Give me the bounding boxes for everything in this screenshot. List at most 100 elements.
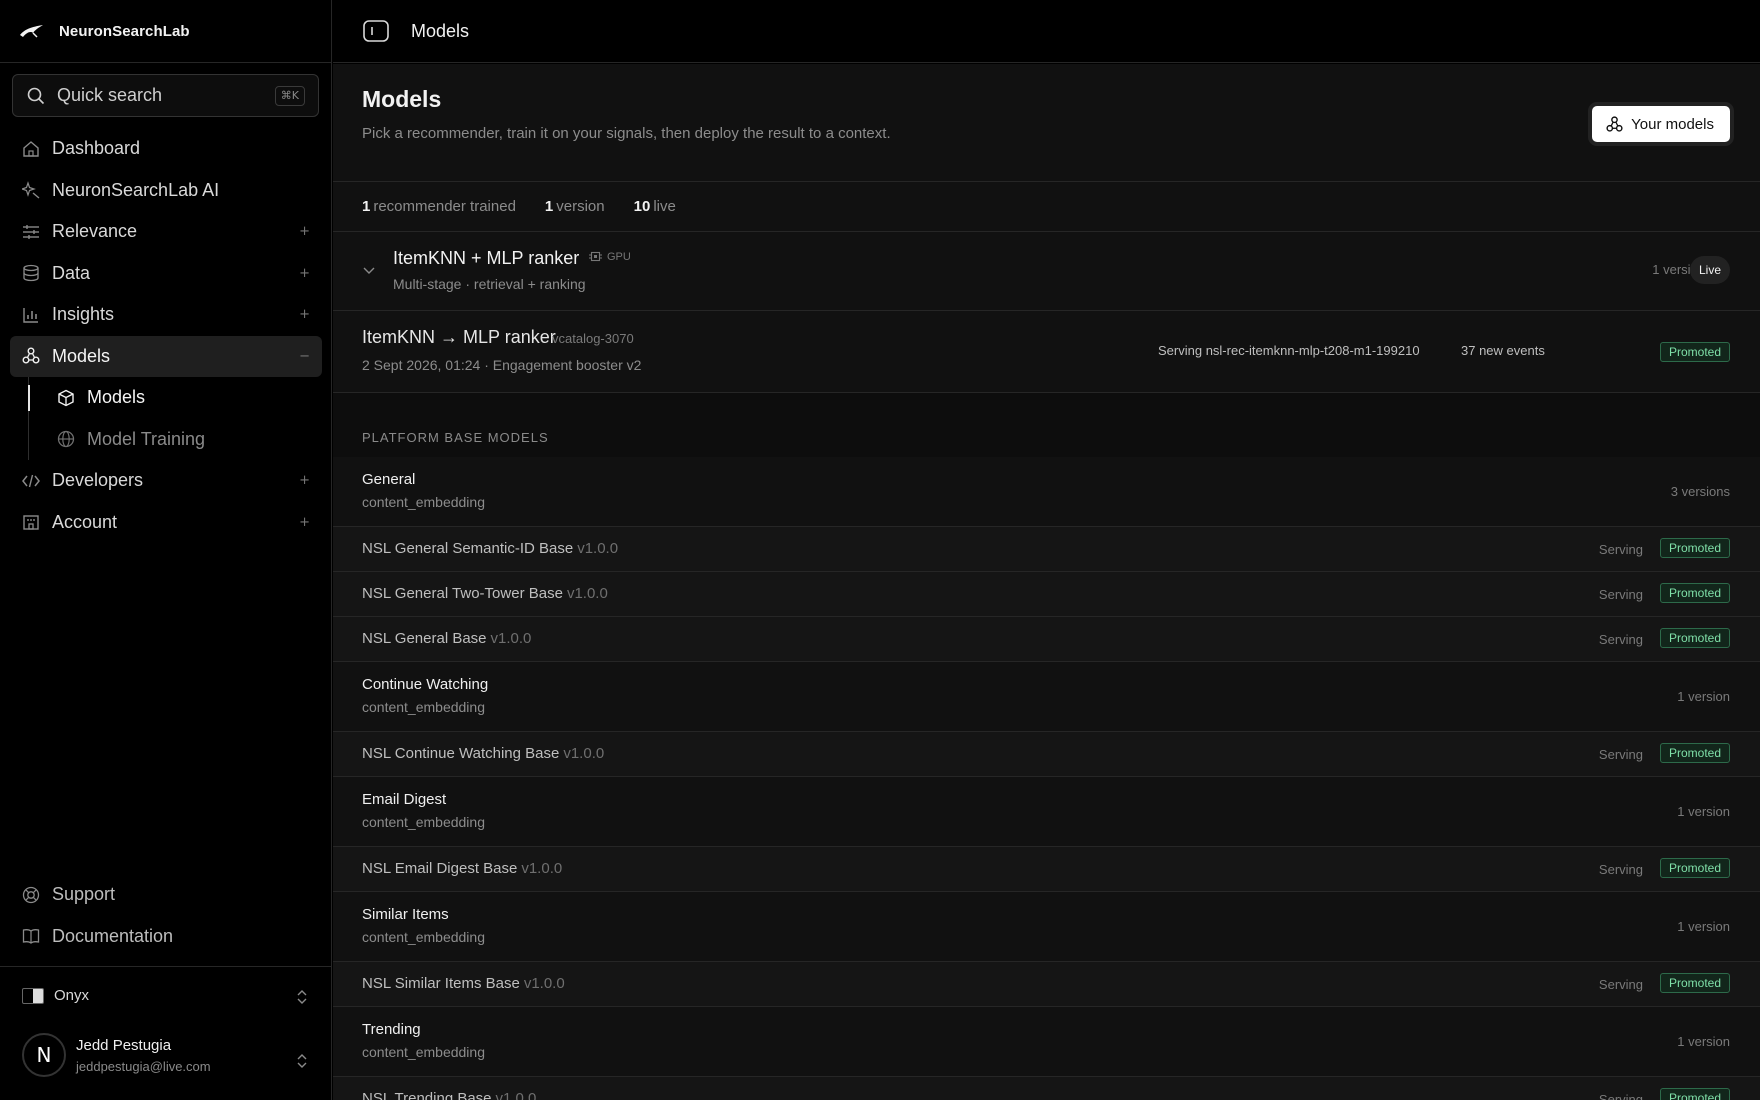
expand-icon[interactable]: +	[299, 307, 310, 322]
version-title: ItemKNN → MLP ranker	[362, 327, 556, 347]
theme-switcher[interactable]: Onyx	[22, 987, 89, 1004]
base-model-row[interactable]: NSL General Semantic-ID Base v1.0.0 Servi…	[333, 527, 1760, 572]
category-row[interactable]: General content_embedding 3 versions	[333, 457, 1760, 527]
chevron-up-down-icon[interactable]	[296, 989, 308, 1005]
category-row[interactable]: Email Digest content_embedding 1 version	[333, 777, 1760, 847]
models-icon	[22, 347, 40, 364]
quick-search[interactable]: Quick search ⌘K	[12, 74, 319, 117]
version-serving: Serving nsl-rec-itemknn-mlp-t208-m1-1992…	[1158, 343, 1420, 358]
base-model-row[interactable]: NSL Email Digest Base v1.0.0 Serving Prom…	[333, 847, 1760, 892]
subnav-model-training[interactable]: Model Training	[29, 419, 332, 461]
building-icon	[23, 515, 39, 530]
base-model-name: NSL General Semantic-ID Base v1.0.0	[362, 540, 619, 557]
version-tag: vcatalog-3070	[552, 331, 634, 346]
nav-developers[interactable]: Developers +	[0, 460, 332, 502]
nav-relevance[interactable]: Relevance +	[0, 211, 332, 253]
breadcrumb: Models	[411, 20, 470, 41]
nav-label: Dashboard	[52, 138, 141, 159]
bar-chart-icon	[23, 307, 38, 323]
serving-label: Serving	[1598, 862, 1643, 877]
page-title: Models	[362, 86, 442, 112]
nav-label: Models	[87, 387, 146, 408]
nav-support[interactable]: Support	[0, 874, 332, 916]
page-header: Models Pick a recommender, train it on y…	[333, 64, 1760, 182]
category-version-count: 1 version	[1677, 1034, 1730, 1049]
promoted-badge: Promoted	[1659, 342, 1730, 362]
nav-label: Data	[52, 262, 91, 283]
collapse-icon[interactable]: −	[299, 349, 310, 364]
serving-label: Serving	[1598, 747, 1643, 762]
nav-label: Account	[52, 511, 118, 532]
nav-dashboard[interactable]: Dashboard	[0, 128, 332, 170]
brand[interactable]: NeuronSearchLab	[0, 0, 331, 63]
sidebar-toggle-icon[interactable]	[363, 20, 389, 42]
base-model-row[interactable]: NSL Trending Base v1.0.0 Serving Promoted	[333, 1077, 1760, 1100]
recommender-group[interactable]: ItemKNN + MLP ranker GPU Multi-stage · r…	[333, 232, 1760, 311]
base-model-row[interactable]: NSL General Two-Tower Base v1.0.0 Serving…	[333, 572, 1760, 617]
bottom-nav: Support Documentation	[0, 874, 332, 957]
category-version-count: 1 version	[1677, 919, 1730, 934]
category-row[interactable]: Continue Watching content_embedding 1 ve…	[333, 662, 1760, 732]
category-row[interactable]: Similar Items content_embedding 1 versio…	[333, 892, 1760, 962]
serving-label: Serving	[1598, 632, 1643, 647]
recommender-title: ItemKNN + MLP ranker	[393, 248, 580, 268]
base-model-name: NSL Continue Watching Base v1.0.0	[362, 745, 605, 762]
expand-icon[interactable]: +	[299, 515, 310, 530]
nav-label: Model Training	[87, 428, 206, 449]
main-content: Models Pick a recommender, train it on y…	[333, 64, 1760, 1100]
nav-label: Documentation	[52, 925, 174, 946]
base-model-row[interactable]: NSL General Base v1.0.0 Serving Promoted	[333, 617, 1760, 662]
home-icon	[23, 140, 39, 157]
nav-label: NeuronSearchLab AI	[52, 179, 220, 200]
base-model-row[interactable]: NSL Continue Watching Base v1.0.0 Serving…	[333, 732, 1760, 777]
your-models-button[interactable]: Your models	[1592, 106, 1730, 142]
serving-label: Serving	[1598, 977, 1643, 992]
base-model-name: NSL Trending Base v1.0.0	[362, 1090, 537, 1100]
expand-icon[interactable]: +	[299, 266, 310, 281]
nav-label: Relevance	[52, 221, 138, 242]
models-icon	[1606, 115, 1623, 132]
bird-logo-icon	[20, 25, 43, 38]
serving-label: Serving	[1598, 542, 1643, 557]
nav-ai[interactable]: NeuronSearchLab AI	[0, 170, 332, 212]
category-title: Similar Items	[362, 906, 449, 923]
nav-label: Insights	[52, 304, 115, 325]
category-version-count: 3 versions	[1670, 484, 1730, 499]
base-model-row[interactable]: NSL Similar Items Base v1.0.0 Serving Pro…	[333, 962, 1760, 1007]
serving-label: Serving	[1598, 1092, 1643, 1100]
base-model-name: NSL General Base v1.0.0	[362, 630, 532, 647]
model-version-row[interactable]: ItemKNN → MLP ranker vcatalog-3070 2 Sep…	[333, 311, 1760, 393]
nav-account[interactable]: Account +	[0, 502, 332, 544]
compute-badge: GPU	[589, 250, 631, 263]
nav-data[interactable]: Data +	[0, 253, 332, 295]
subnav-models[interactable]: Models	[28, 377, 332, 419]
promoted-badge: Promoted	[1659, 858, 1730, 878]
base-model-name: NSL General Two-Tower Base v1.0.0	[362, 585, 608, 602]
nav-insights[interactable]: Insights +	[0, 294, 332, 336]
nav-models[interactable]: Models −	[10, 335, 322, 377]
chip-icon	[589, 251, 602, 262]
chevron-up-down-icon[interactable]	[296, 1053, 308, 1069]
brand-name: NeuronSearchLab	[59, 22, 190, 40]
user-menu[interactable]: N Jedd Pestugia jeddpestugia@live.com	[22, 1033, 211, 1077]
models-subnav: Models Model Training	[28, 377, 332, 460]
stats-bar: 1 recommender trained 1 version 10 live	[333, 182, 1760, 232]
nav-documentation[interactable]: Documentation	[0, 916, 332, 958]
sidebar-footer: Onyx N Jedd Pestugia jeddpestugia@live.c…	[0, 966, 332, 1100]
category-row[interactable]: Trending content_embedding 1 version	[333, 1007, 1760, 1077]
page-subtitle: Pick a recommender, train it on your sig…	[362, 125, 891, 142]
base-model-name: NSL Similar Items Base v1.0.0	[362, 975, 565, 992]
promoted-badge: Promoted	[1659, 973, 1730, 993]
category-version-count: 1 version	[1677, 689, 1730, 704]
main-nav: Dashboard NeuronSearchLab AI Relevance +…	[0, 128, 332, 543]
theme-swatch-icon	[22, 987, 44, 1004]
expand-icon[interactable]: +	[299, 224, 310, 239]
button-label: Your models	[1631, 115, 1714, 133]
category-title: Email Digest	[362, 791, 447, 808]
book-icon	[22, 929, 40, 945]
category-type: content_embedding	[362, 814, 485, 830]
chevron-down-icon[interactable]	[363, 266, 375, 276]
expand-icon[interactable]: +	[299, 473, 310, 488]
category-version-count: 1 version	[1677, 804, 1730, 819]
globe-icon	[57, 431, 75, 448]
